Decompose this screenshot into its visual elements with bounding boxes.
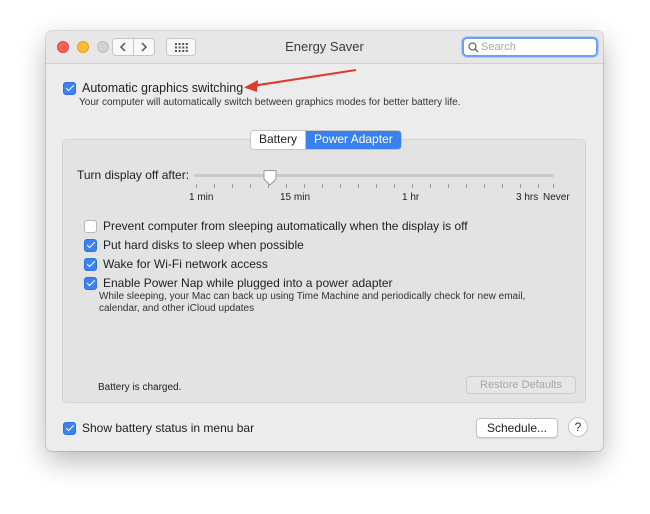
power-nap-description: While sleeping, your Mac can back up usi… (99, 291, 526, 314)
prevent-sleep-checkbox[interactable] (84, 219, 97, 233)
wake-wifi-checkbox[interactable] (84, 257, 97, 271)
energy-saver-window: Energy Saver Automatic graphics switchin… (46, 31, 603, 451)
help-button[interactable]: ? (568, 417, 588, 437)
auto-graphics-row[interactable]: Automatic graphics switching (63, 81, 243, 95)
tick-label-1-hr: 1 hr (402, 192, 420, 203)
option-prevent-sleep[interactable]: Prevent computer from sleeping automatic… (84, 219, 468, 233)
tick-label-1-min: 1 min (189, 192, 214, 203)
wake-wifi-label: Wake for Wi-Fi network access (103, 257, 268, 271)
option-wake-wifi[interactable]: Wake for Wi-Fi network access (84, 257, 268, 271)
search-input[interactable] (481, 39, 591, 55)
tick-label-3-hrs: 3 hrs (516, 192, 539, 203)
hard-disk-sleep-label: Put hard disks to sleep when possible (103, 238, 304, 252)
power-nap-checkbox[interactable] (84, 276, 97, 290)
display-off-slider-thumb[interactable] (263, 170, 277, 186)
power-source-tabs: Battery Power Adapter (250, 130, 402, 150)
option-power-nap[interactable]: Enable Power Nap while plugged into a po… (84, 276, 393, 290)
show-battery-status-row[interactable]: Show battery status in menu bar (63, 421, 254, 435)
tab-battery[interactable]: Battery (251, 131, 307, 149)
tick-label-15-min: 15 min (280, 192, 311, 203)
hard-disk-sleep-checkbox[interactable] (84, 238, 97, 252)
option-hard-disk-sleep[interactable]: Put hard disks to sleep when possible (84, 238, 304, 252)
title-bar: Energy Saver (46, 31, 603, 64)
auto-graphics-label: Automatic graphics switching (82, 81, 244, 95)
battery-status-text: Battery is charged. (98, 382, 182, 393)
power-nap-label: Enable Power Nap while plugged into a po… (103, 276, 393, 290)
prevent-sleep-label: Prevent computer from sleeping automatic… (103, 219, 468, 233)
tick-label-never: Never (543, 192, 570, 203)
schedule-button[interactable]: Schedule... (476, 418, 558, 438)
tab-power-adapter[interactable]: Power Adapter (306, 131, 401, 149)
display-off-label: Turn display off after: (77, 168, 190, 182)
auto-graphics-checkbox[interactable] (63, 81, 76, 95)
show-battery-status-checkbox[interactable] (63, 421, 76, 435)
auto-graphics-description: Your computer will automatically switch … (79, 97, 461, 108)
search-field[interactable] (462, 37, 598, 57)
restore-defaults-button[interactable]: Restore Defaults (466, 376, 576, 394)
display-off-slider-track[interactable] (194, 174, 554, 177)
show-battery-status-label: Show battery status in menu bar (82, 421, 255, 435)
search-icon (468, 42, 479, 53)
